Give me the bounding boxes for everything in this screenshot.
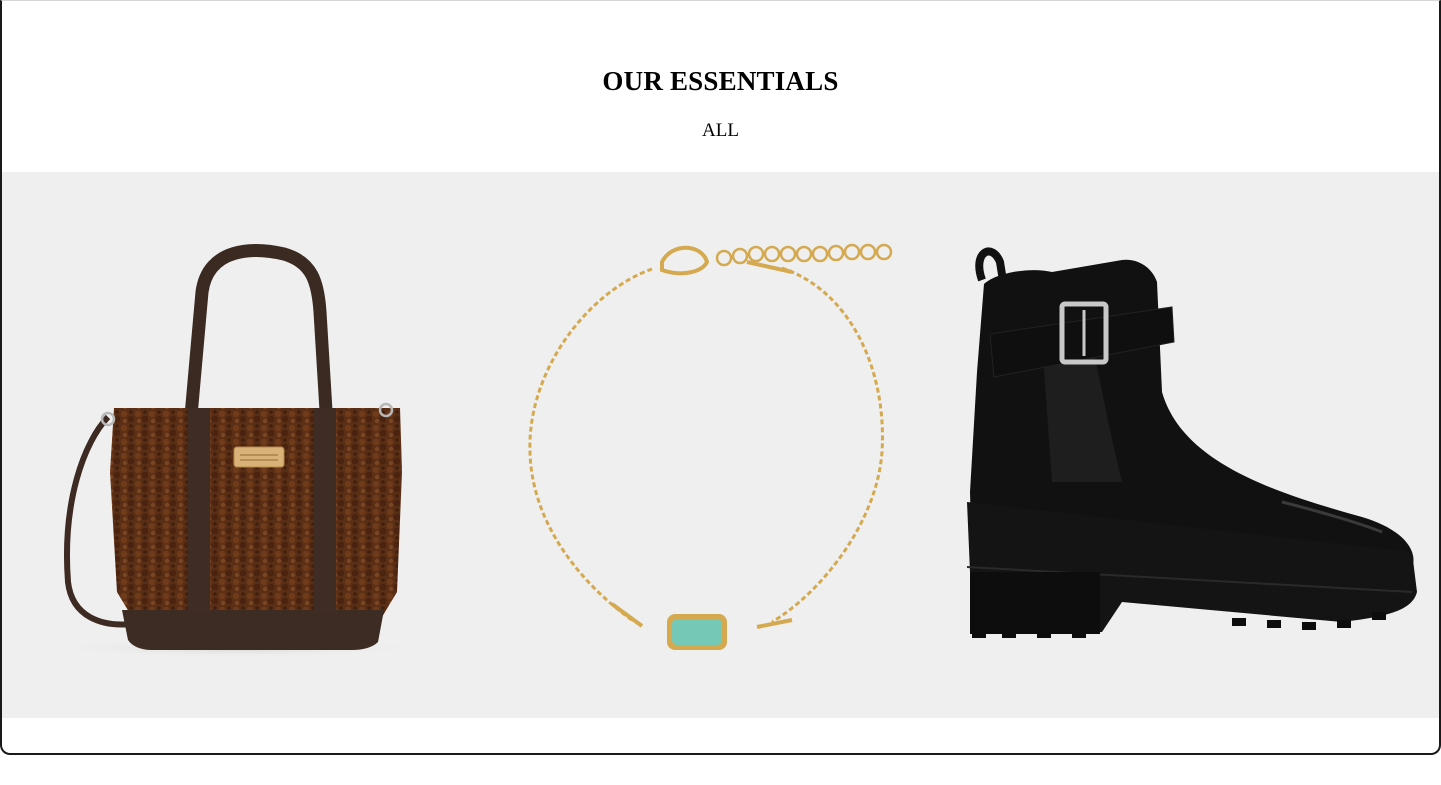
ankle-boot-image [966,247,1417,638]
product-gallery [2,172,1439,718]
product-card-ankle-boot[interactable] [942,172,1439,718]
section-title: OUR ESSENTIALS [602,66,839,96]
product-card-bracelet[interactable] [492,172,922,718]
product-card-tote-bag[interactable] [22,172,442,718]
page-frame: OUR ESSENTIALS ALL [0,0,1441,755]
section-header: OUR ESSENTIALS ALL [2,1,1439,172]
filter-all-link[interactable]: ALL [702,119,739,143]
bracelet-image [528,243,893,650]
tote-bag-image [47,244,427,658]
